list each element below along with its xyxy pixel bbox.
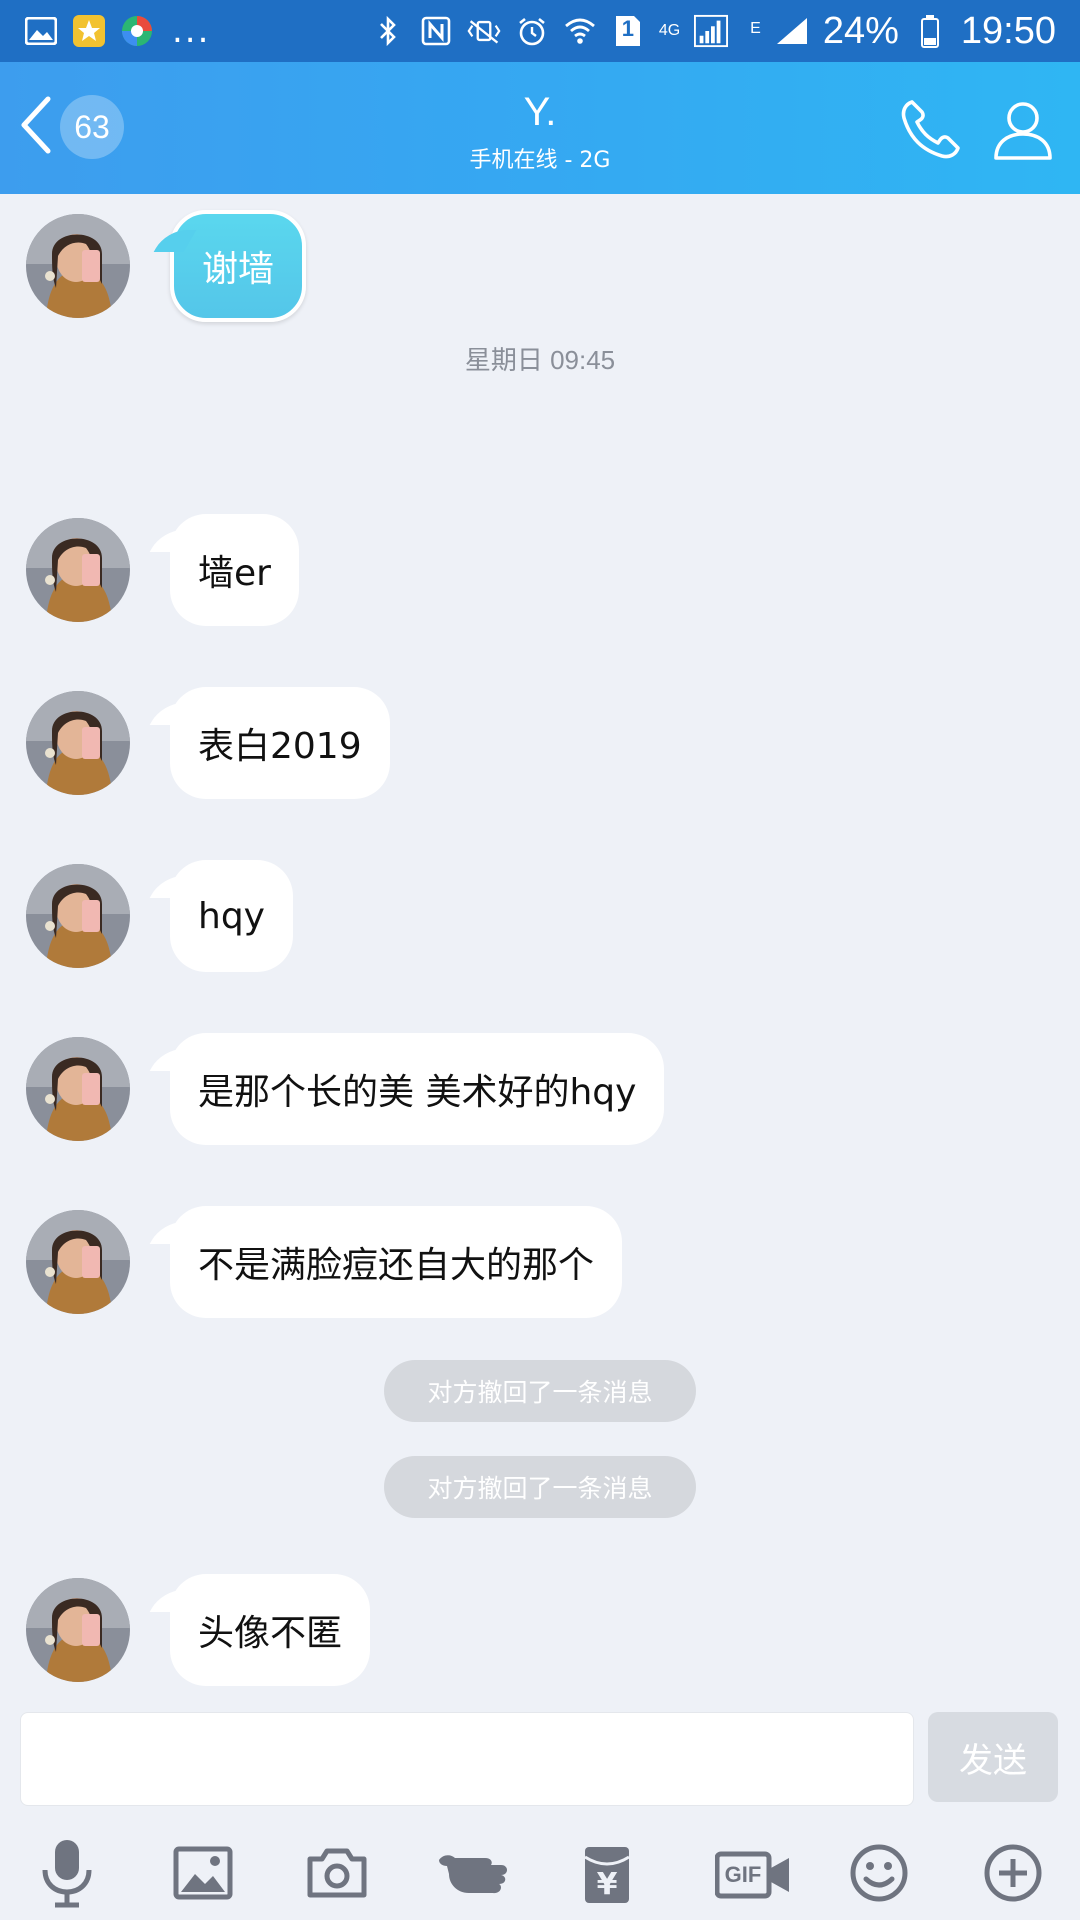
network-e-label: E bbox=[750, 19, 761, 37]
message-bubble[interactable]: 头像不匿 bbox=[170, 1574, 371, 1686]
contact-avatar[interactable] bbox=[26, 1037, 130, 1141]
message-text: 墙er bbox=[198, 553, 271, 594]
bluetooth-icon bbox=[371, 14, 405, 48]
message-text: 表白2019 bbox=[198, 726, 362, 767]
network-4g-label: 4G bbox=[658, 21, 681, 39]
send-button[interactable]: 发送 bbox=[928, 1712, 1058, 1802]
battery-icon bbox=[913, 14, 947, 48]
message-text: 是那个长的美 美术好的hqy bbox=[198, 1072, 637, 1113]
message-bubble[interactable]: 是那个长的美 美术好的hqy bbox=[170, 1033, 665, 1145]
browser-app-icon bbox=[120, 14, 154, 48]
battery-percent: 24% bbox=[822, 9, 899, 52]
recall-notice: 对方撤回了一条消息 bbox=[384, 1360, 696, 1422]
gallery-notification-icon bbox=[24, 14, 58, 48]
camera-button[interactable] bbox=[292, 1830, 382, 1920]
contact-profile-button[interactable] bbox=[988, 96, 1058, 166]
message-bubble[interactable]: hqy bbox=[170, 860, 293, 972]
contact-avatar[interactable] bbox=[26, 1210, 130, 1314]
phone-call-button[interactable] bbox=[896, 96, 966, 166]
voice-button[interactable] bbox=[22, 1830, 112, 1920]
message-row: 墙er bbox=[26, 514, 299, 626]
red-packet-icon: ¥ bbox=[583, 1845, 631, 1905]
gif-label: GIF bbox=[724, 1862, 762, 1887]
message-bubble[interactable]: 表白2019 bbox=[170, 687, 390, 799]
message-row: 表白2019 bbox=[26, 687, 390, 799]
person-icon bbox=[990, 96, 1056, 166]
plus-icon bbox=[983, 1843, 1043, 1907]
contact-avatar[interactable] bbox=[26, 214, 130, 318]
message-input[interactable] bbox=[20, 1712, 914, 1806]
message-row: 是那个长的美 美术好的hqy bbox=[26, 1033, 665, 1145]
message-row: hqy bbox=[26, 860, 293, 972]
message-bubble[interactable]: 墙er bbox=[170, 514, 299, 626]
app-badge-icon bbox=[72, 14, 106, 48]
contact-avatar[interactable] bbox=[26, 518, 130, 622]
message-list[interactable]: 谢墙 星期日 09:45 墙er 表白2019 hqy 是那个长的美 美术好的h… bbox=[0, 194, 1080, 1710]
vibrate-mute-icon bbox=[467, 14, 501, 48]
red-packet-button[interactable]: ¥ bbox=[562, 1830, 652, 1920]
message-bubble[interactable]: 谢墙 bbox=[170, 210, 307, 322]
more-button[interactable] bbox=[968, 1830, 1058, 1920]
sim-number: 1 bbox=[621, 16, 634, 41]
composer: 发送 ¥ GIF bbox=[0, 1710, 1080, 1920]
status-bar: ... 1 4G E 24% 19:50 bbox=[0, 0, 1080, 62]
camera-icon bbox=[306, 1847, 368, 1903]
nfc-icon bbox=[419, 14, 453, 48]
message-row: 不是满脸痘还自大的那个 bbox=[26, 1206, 623, 1318]
album-button[interactable] bbox=[158, 1830, 248, 1920]
message-bubble[interactable]: 不是满脸痘还自大的那个 bbox=[170, 1206, 623, 1318]
message-row: 谢墙 bbox=[26, 210, 307, 322]
signal-icon-sim2 bbox=[775, 14, 809, 48]
poke-button[interactable] bbox=[428, 1830, 518, 1920]
timestamp: 星期日 09:45 bbox=[464, 345, 616, 375]
message-text: 谢墙 bbox=[202, 249, 275, 290]
message-text: 头像不匿 bbox=[198, 1613, 343, 1654]
gif-button[interactable]: GIF bbox=[698, 1830, 808, 1920]
message-text: hqy bbox=[198, 895, 265, 937]
overflow-notifications: ... bbox=[172, 11, 211, 51]
image-icon bbox=[173, 1846, 233, 1904]
phone-icon bbox=[898, 96, 964, 166]
microphone-icon bbox=[37, 1838, 97, 1912]
wifi-icon bbox=[563, 14, 597, 48]
emoji-button[interactable] bbox=[834, 1830, 924, 1920]
contact-avatar[interactable] bbox=[26, 1578, 130, 1682]
emoji-icon bbox=[849, 1843, 909, 1907]
gif-icon: GIF bbox=[715, 1850, 791, 1900]
clock: 19:50 bbox=[960, 9, 1056, 52]
message-text: 不是满脸痘还自大的那个 bbox=[198, 1245, 595, 1286]
contact-avatar[interactable] bbox=[26, 864, 130, 968]
alarm-icon bbox=[515, 14, 549, 48]
message-row: 头像不匿 bbox=[26, 1574, 371, 1686]
recall-notice: 对方撤回了一条消息 bbox=[384, 1456, 696, 1518]
sim-card-icon: 1 bbox=[611, 14, 645, 48]
poke-icon bbox=[435, 1848, 511, 1902]
yuan-symbol: ¥ bbox=[596, 1867, 618, 1902]
contact-avatar[interactable] bbox=[26, 691, 130, 795]
chat-header: 63 Y. 手机在线 - 2G bbox=[0, 62, 1080, 194]
signal-icon-sim1 bbox=[694, 14, 729, 48]
